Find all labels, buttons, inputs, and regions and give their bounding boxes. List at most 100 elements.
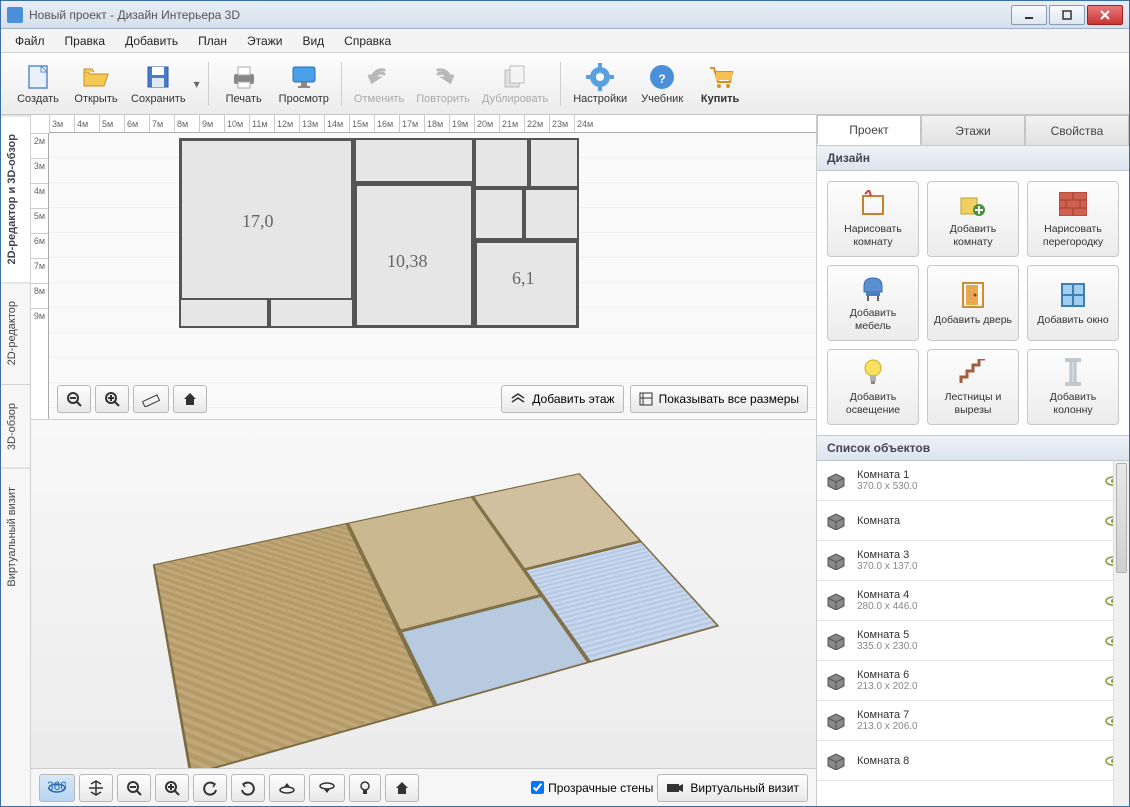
open-button[interactable]: Открыть <box>67 55 125 113</box>
stairs-button[interactable]: Лестницы и вырезы <box>927 349 1019 425</box>
measure-button[interactable] <box>133 385 169 413</box>
add-room-button[interactable]: Добавить комнату <box>927 181 1019 257</box>
tutorial-button[interactable]: ? Учебник <box>633 55 691 113</box>
toolbar-separator <box>560 62 561 106</box>
room-bath[interactable] <box>524 188 579 240</box>
room-cube-icon <box>825 672 847 690</box>
object-dimensions: 370.0 x 530.0 <box>857 481 1095 492</box>
menu-add[interactable]: Добавить <box>115 31 188 51</box>
tab-properties[interactable]: Свойства <box>1025 115 1129 145</box>
add-floor-button[interactable]: Добавить этаж <box>501 385 623 413</box>
printer-icon <box>230 63 258 91</box>
zoom-in-3d-button[interactable] <box>155 774 189 802</box>
new-file-icon <box>24 63 52 91</box>
print-button[interactable]: Печать <box>215 55 273 113</box>
object-list[interactable]: Комната 1 370.0 x 530.0 Комната Комната … <box>817 461 1129 806</box>
virtual-visit-button[interactable]: Виртуальный визит <box>657 774 808 802</box>
tab-3d-view[interactable]: 3D-обзор <box>1 384 30 468</box>
canvas-2d[interactable]: 17,0 10,38 6,1 <box>49 133 816 419</box>
tab-project[interactable]: Проект <box>817 115 921 145</box>
create-button[interactable]: Создать <box>9 55 67 113</box>
bulb-icon <box>858 357 888 387</box>
tab-2d-editor[interactable]: 2D-редактор <box>1 282 30 383</box>
tilt-up-button[interactable] <box>269 774 305 802</box>
tilt-down-button[interactable] <box>309 774 345 802</box>
canvas-2d-toolbar-left <box>57 385 207 413</box>
ruler-tick: 9м <box>31 308 48 333</box>
room-1[interactable]: 17,0 <box>179 138 354 303</box>
duplicate-button[interactable]: Дублировать <box>476 55 554 113</box>
rotate-left-button[interactable] <box>193 774 227 802</box>
minimize-button[interactable] <box>1011 5 1047 25</box>
list-item[interactable]: Комната 8 <box>817 741 1129 781</box>
room-3[interactable]: 6,1 <box>474 240 579 328</box>
rotate-360-button[interactable]: 360 <box>39 774 75 802</box>
settings-button[interactable]: Настройки <box>567 55 633 113</box>
scrollbar-thumb[interactable] <box>1116 463 1127 573</box>
close-button[interactable] <box>1087 5 1123 25</box>
list-item[interactable]: Комната 5 335.0 x 230.0 <box>817 621 1129 661</box>
room-hall[interactable] <box>354 138 474 183</box>
undo-icon <box>365 63 393 91</box>
draw-wall-button[interactable]: Нарисовать перегородку <box>1027 181 1119 257</box>
tab-2d-3d-both[interactable]: 2D-редактор и 3D-обзор <box>1 115 30 282</box>
object-name: Комната 4 <box>857 589 1095 601</box>
object-name: Комната 1 <box>857 469 1095 481</box>
undo-button[interactable]: Отменить <box>348 55 410 113</box>
home-3d-button[interactable] <box>385 774 419 802</box>
show-dims-button[interactable]: Показывать все размеры <box>630 385 808 413</box>
transparent-walls-checkbox[interactable]: Прозрачные стены <box>531 781 653 795</box>
menu-file[interactable]: Файл <box>5 31 55 51</box>
zoom-out-3d-button[interactable] <box>117 774 151 802</box>
add-window-button[interactable]: Добавить окно <box>1027 265 1119 341</box>
list-item[interactable]: Комната 1 370.0 x 530.0 <box>817 461 1129 501</box>
zoom-in-button[interactable] <box>95 385 129 413</box>
object-name: Комната <box>857 515 1095 527</box>
add-lighting-button[interactable]: Добавить освещение <box>827 349 919 425</box>
list-item[interactable]: Комната 6 213.0 x 202.0 <box>817 661 1129 701</box>
preview-button[interactable]: Просмотр <box>273 55 335 113</box>
save-dropdown[interactable]: ▾ <box>192 56 202 112</box>
ruler-tick: 13м <box>299 115 324 132</box>
lighting-button[interactable] <box>349 774 381 802</box>
pan-button[interactable] <box>79 774 113 802</box>
menu-edit[interactable]: Правка <box>55 31 116 51</box>
room-wc1[interactable] <box>474 138 529 188</box>
room-wc2[interactable] <box>529 138 579 188</box>
add-furniture-button[interactable]: Добавить мебель <box>827 265 919 341</box>
room-small-2[interactable] <box>269 298 354 328</box>
list-item[interactable]: Комната 7 213.0 x 206.0 <box>817 701 1129 741</box>
list-item[interactable]: Комната 4 280.0 x 446.0 <box>817 581 1129 621</box>
menubar: Файл Правка Добавить План Этажи Вид Спра… <box>1 29 1129 53</box>
menu-floors[interactable]: Этажи <box>237 31 292 51</box>
ruler-vertical: 2м3м4м5м6м7м8м9м <box>31 133 49 419</box>
menu-plan[interactable]: План <box>188 31 237 51</box>
save-button[interactable]: Сохранить <box>125 55 192 113</box>
add-door-button[interactable]: Добавить дверь <box>927 265 1019 341</box>
panel-2d: 3м4м5м6м7м8м9м10м11м12м13м14м15м16м17м18… <box>31 115 816 420</box>
rotate-right-button[interactable] <box>231 774 265 802</box>
room-closet[interactable] <box>474 188 524 240</box>
buy-button[interactable]: Купить <box>691 55 749 113</box>
canvas-3d[interactable] <box>31 420 816 768</box>
tab-floors[interactable]: Этажи <box>921 115 1025 145</box>
scrollbar[interactable] <box>1113 461 1129 806</box>
brick-wall-icon <box>1058 189 1088 219</box>
redo-button[interactable]: Повторить <box>410 55 476 113</box>
add-column-button[interactable]: Добавить колонну <box>1027 349 1119 425</box>
menu-view[interactable]: Вид <box>292 31 334 51</box>
maximize-button[interactable] <box>1049 5 1085 25</box>
draw-room-button[interactable]: Нарисовать комнату <box>827 181 919 257</box>
list-item[interactable]: Комната 3 370.0 x 137.0 <box>817 541 1129 581</box>
right-tabs: Проект Этажи Свойства <box>817 115 1129 145</box>
home-button[interactable] <box>173 385 207 413</box>
chair-icon <box>858 273 888 303</box>
zoom-out-button[interactable] <box>57 385 91 413</box>
list-item[interactable]: Комната <box>817 501 1129 541</box>
main-window: Новый проект - Дизайн Интерьера 3D Файл … <box>0 0 1130 807</box>
menu-help[interactable]: Справка <box>334 31 401 51</box>
object-dimensions: 213.0 x 202.0 <box>857 681 1095 692</box>
room-2[interactable]: 10,38 <box>354 183 474 328</box>
tab-virtual-visit[interactable]: Виртуальный визит <box>1 468 30 605</box>
room-small-1[interactable] <box>179 298 269 328</box>
